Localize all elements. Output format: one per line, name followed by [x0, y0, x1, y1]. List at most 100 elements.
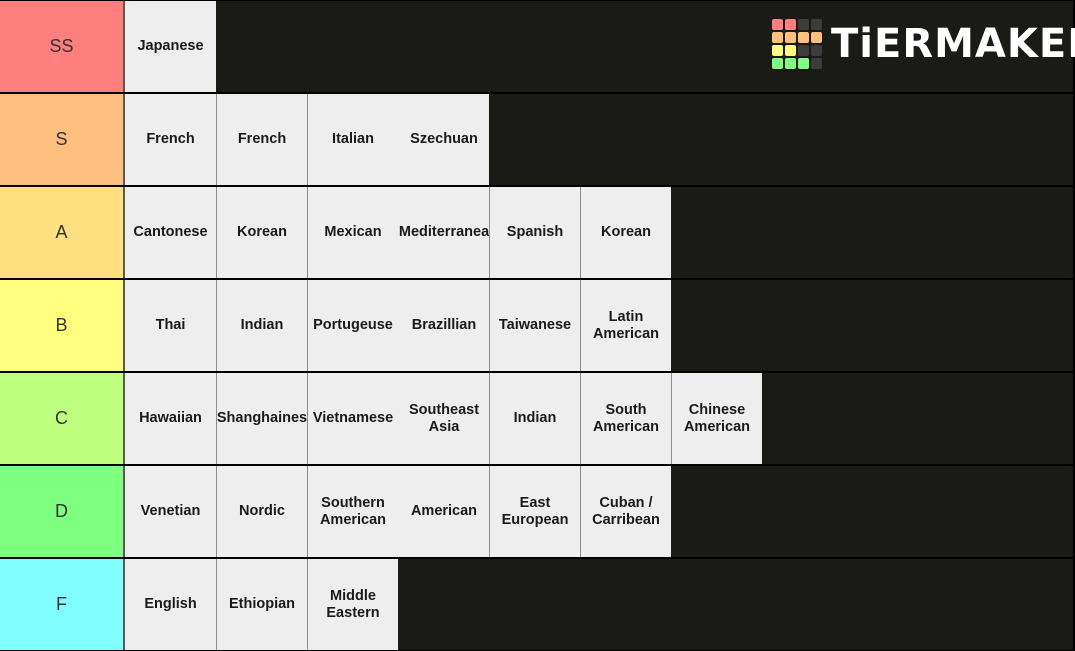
tier-item[interactable]: American [398, 466, 489, 557]
tier-item-label: Szechuan [410, 131, 478, 147]
tier-item[interactable]: Southern American [307, 466, 398, 557]
tier-item-label: Portugeuse [313, 317, 393, 333]
tier-item-label: French [146, 131, 195, 147]
tier-label[interactable]: B [0, 280, 125, 371]
tier-items: Thai Indian Portugeuse Brazillian Taiwanese L… [125, 280, 671, 371]
tier-item[interactable]: Indian [216, 280, 307, 371]
tier-item[interactable]: Portugeuse [307, 280, 398, 371]
tier-item-label: Hawaiian [139, 410, 202, 426]
tier-item-label: Cuban / Carribean [592, 494, 660, 528]
tier-item[interactable]: Thai [125, 280, 216, 371]
tier-item[interactable]: Cantonese [125, 187, 216, 278]
tier-item-label: Indian [513, 410, 557, 426]
logo-grid-cell [772, 58, 783, 69]
tier-item-label: Middle Eastern [326, 587, 380, 621]
logo-grid-cell [798, 19, 809, 30]
tier-item-label: Venetian [140, 503, 201, 519]
logo-grid-icon [772, 19, 822, 69]
tier-item-label: Spanish [506, 224, 564, 240]
logo-grid-cell [811, 32, 822, 43]
tier-item-label: French [237, 131, 287, 147]
tier-item[interactable]: Szechuan [398, 94, 489, 185]
tier-item-label: Shanghaines [216, 410, 307, 426]
tier-item-label: Korean [237, 224, 287, 240]
tier-row-b: B Thai Indian Portugeuse Brazillian Taiwanese… [0, 280, 1073, 371]
tier-item[interactable]: Spanish [489, 187, 580, 278]
tier-item[interactable]: French [125, 94, 216, 185]
tier-item[interactable]: Mexican [307, 187, 398, 278]
tier-item[interactable]: South American [580, 373, 671, 464]
logo-grid-cell [811, 58, 822, 69]
tier-item[interactable]: English [125, 559, 216, 650]
tier-item[interactable]: Japanese [125, 1, 216, 92]
tier-item[interactable]: Vietnamese [307, 373, 398, 464]
tier-item-label: Cantonese [133, 224, 208, 240]
logo-grid-cell [798, 32, 809, 43]
tier-label[interactable]: A [0, 187, 125, 278]
logo-grid-cell [811, 19, 822, 30]
tier-item-label: Japanese [137, 38, 204, 54]
tier-item[interactable]: Nordic [216, 466, 307, 557]
logo-grid-cell [772, 19, 783, 30]
tier-item-label: English [144, 596, 197, 612]
logo-grid-cell [798, 58, 809, 69]
tier-label[interactable]: C [0, 373, 125, 464]
tier-item[interactable]: Shanghaines [216, 373, 307, 464]
tier-item[interactable]: East European [489, 466, 580, 557]
logo-grid-cell [785, 58, 796, 69]
tier-item[interactable]: Hawaiian [125, 373, 216, 464]
tier-item[interactable]: Chinese American [671, 373, 762, 464]
logo-grid-cell [785, 19, 796, 30]
tier-item[interactable]: Korean [216, 187, 307, 278]
tier-row-a: A Cantonese Korean Mexican Mediterranea Spani… [0, 187, 1073, 278]
tier-item-label: Ethiopian [228, 596, 296, 612]
tier-items: Cantonese Korean Mexican Mediterranea Spanis… [125, 187, 671, 278]
logo-text: TiERMAKER [831, 21, 1075, 67]
tier-item[interactable]: Southeast Asia [398, 373, 489, 464]
tier-item-label: Korean [601, 224, 651, 240]
tier-item[interactable]: Mediterranea [398, 187, 489, 278]
tier-items: Venetian Nordic Southern American American E… [125, 466, 671, 557]
tier-item[interactable]: Korean [580, 187, 671, 278]
tier-item[interactable]: Venetian [125, 466, 216, 557]
tier-item[interactable]: French [216, 94, 307, 185]
tier-list: SS Japanese S French French Italian Szechuan A C… [0, 0, 1075, 651]
tier-label[interactable]: S [0, 94, 125, 185]
tier-items: Hawaiian Shanghaines Vietnamese Southeast A… [125, 373, 762, 464]
tier-item[interactable]: Italian [307, 94, 398, 185]
tier-item-label: Vietnamese [312, 410, 394, 426]
tier-item-label: Latin American [592, 308, 660, 342]
tier-item-label: Brazillian [411, 317, 477, 333]
tier-label[interactable]: SS [0, 1, 125, 92]
tier-items: Japanese [125, 1, 216, 92]
logo-grid-cell [798, 45, 809, 56]
tier-row-d: D Venetian Nordic Southern American American… [0, 466, 1073, 557]
tier-item[interactable]: Cuban / Carribean [580, 466, 671, 557]
tier-item[interactable]: Ethiopian [216, 559, 307, 650]
tier-item-label: Southeast Asia [408, 401, 480, 435]
tier-label[interactable]: D [0, 466, 125, 557]
tier-item-label: Nordic [239, 503, 285, 519]
tier-item-label: Mexican [324, 224, 382, 240]
tier-item-label: East European [501, 494, 569, 528]
tier-label[interactable]: F [0, 559, 125, 650]
tier-item-label: Italian [332, 131, 374, 147]
tier-row-f: F English Ethiopian Middle Eastern [0, 559, 1073, 650]
tier-item[interactable]: Indian [489, 373, 580, 464]
logo-grid-cell [772, 45, 783, 56]
tier-row-s: S French French Italian Szechuan [0, 94, 1073, 185]
tiermaker-logo: TiERMAKER [772, 19, 1075, 69]
tier-item-label: American [410, 503, 478, 519]
logo-grid-cell [785, 32, 796, 43]
tier-item-label: Chinese American [683, 401, 751, 435]
tier-items: English Ethiopian Middle Eastern [125, 559, 398, 650]
tier-item-label: Southern American [319, 494, 387, 528]
tier-items: French French Italian Szechuan [125, 94, 489, 185]
logo-grid-cell [811, 45, 822, 56]
tier-item-label: Mediterranea [398, 224, 489, 240]
tier-item[interactable]: Brazillian [398, 280, 489, 371]
tier-item[interactable]: Middle Eastern [307, 559, 398, 650]
tier-item[interactable]: Latin American [580, 280, 671, 371]
tier-item[interactable]: Taiwanese [489, 280, 580, 371]
tier-item-label: Taiwanese [498, 317, 572, 333]
